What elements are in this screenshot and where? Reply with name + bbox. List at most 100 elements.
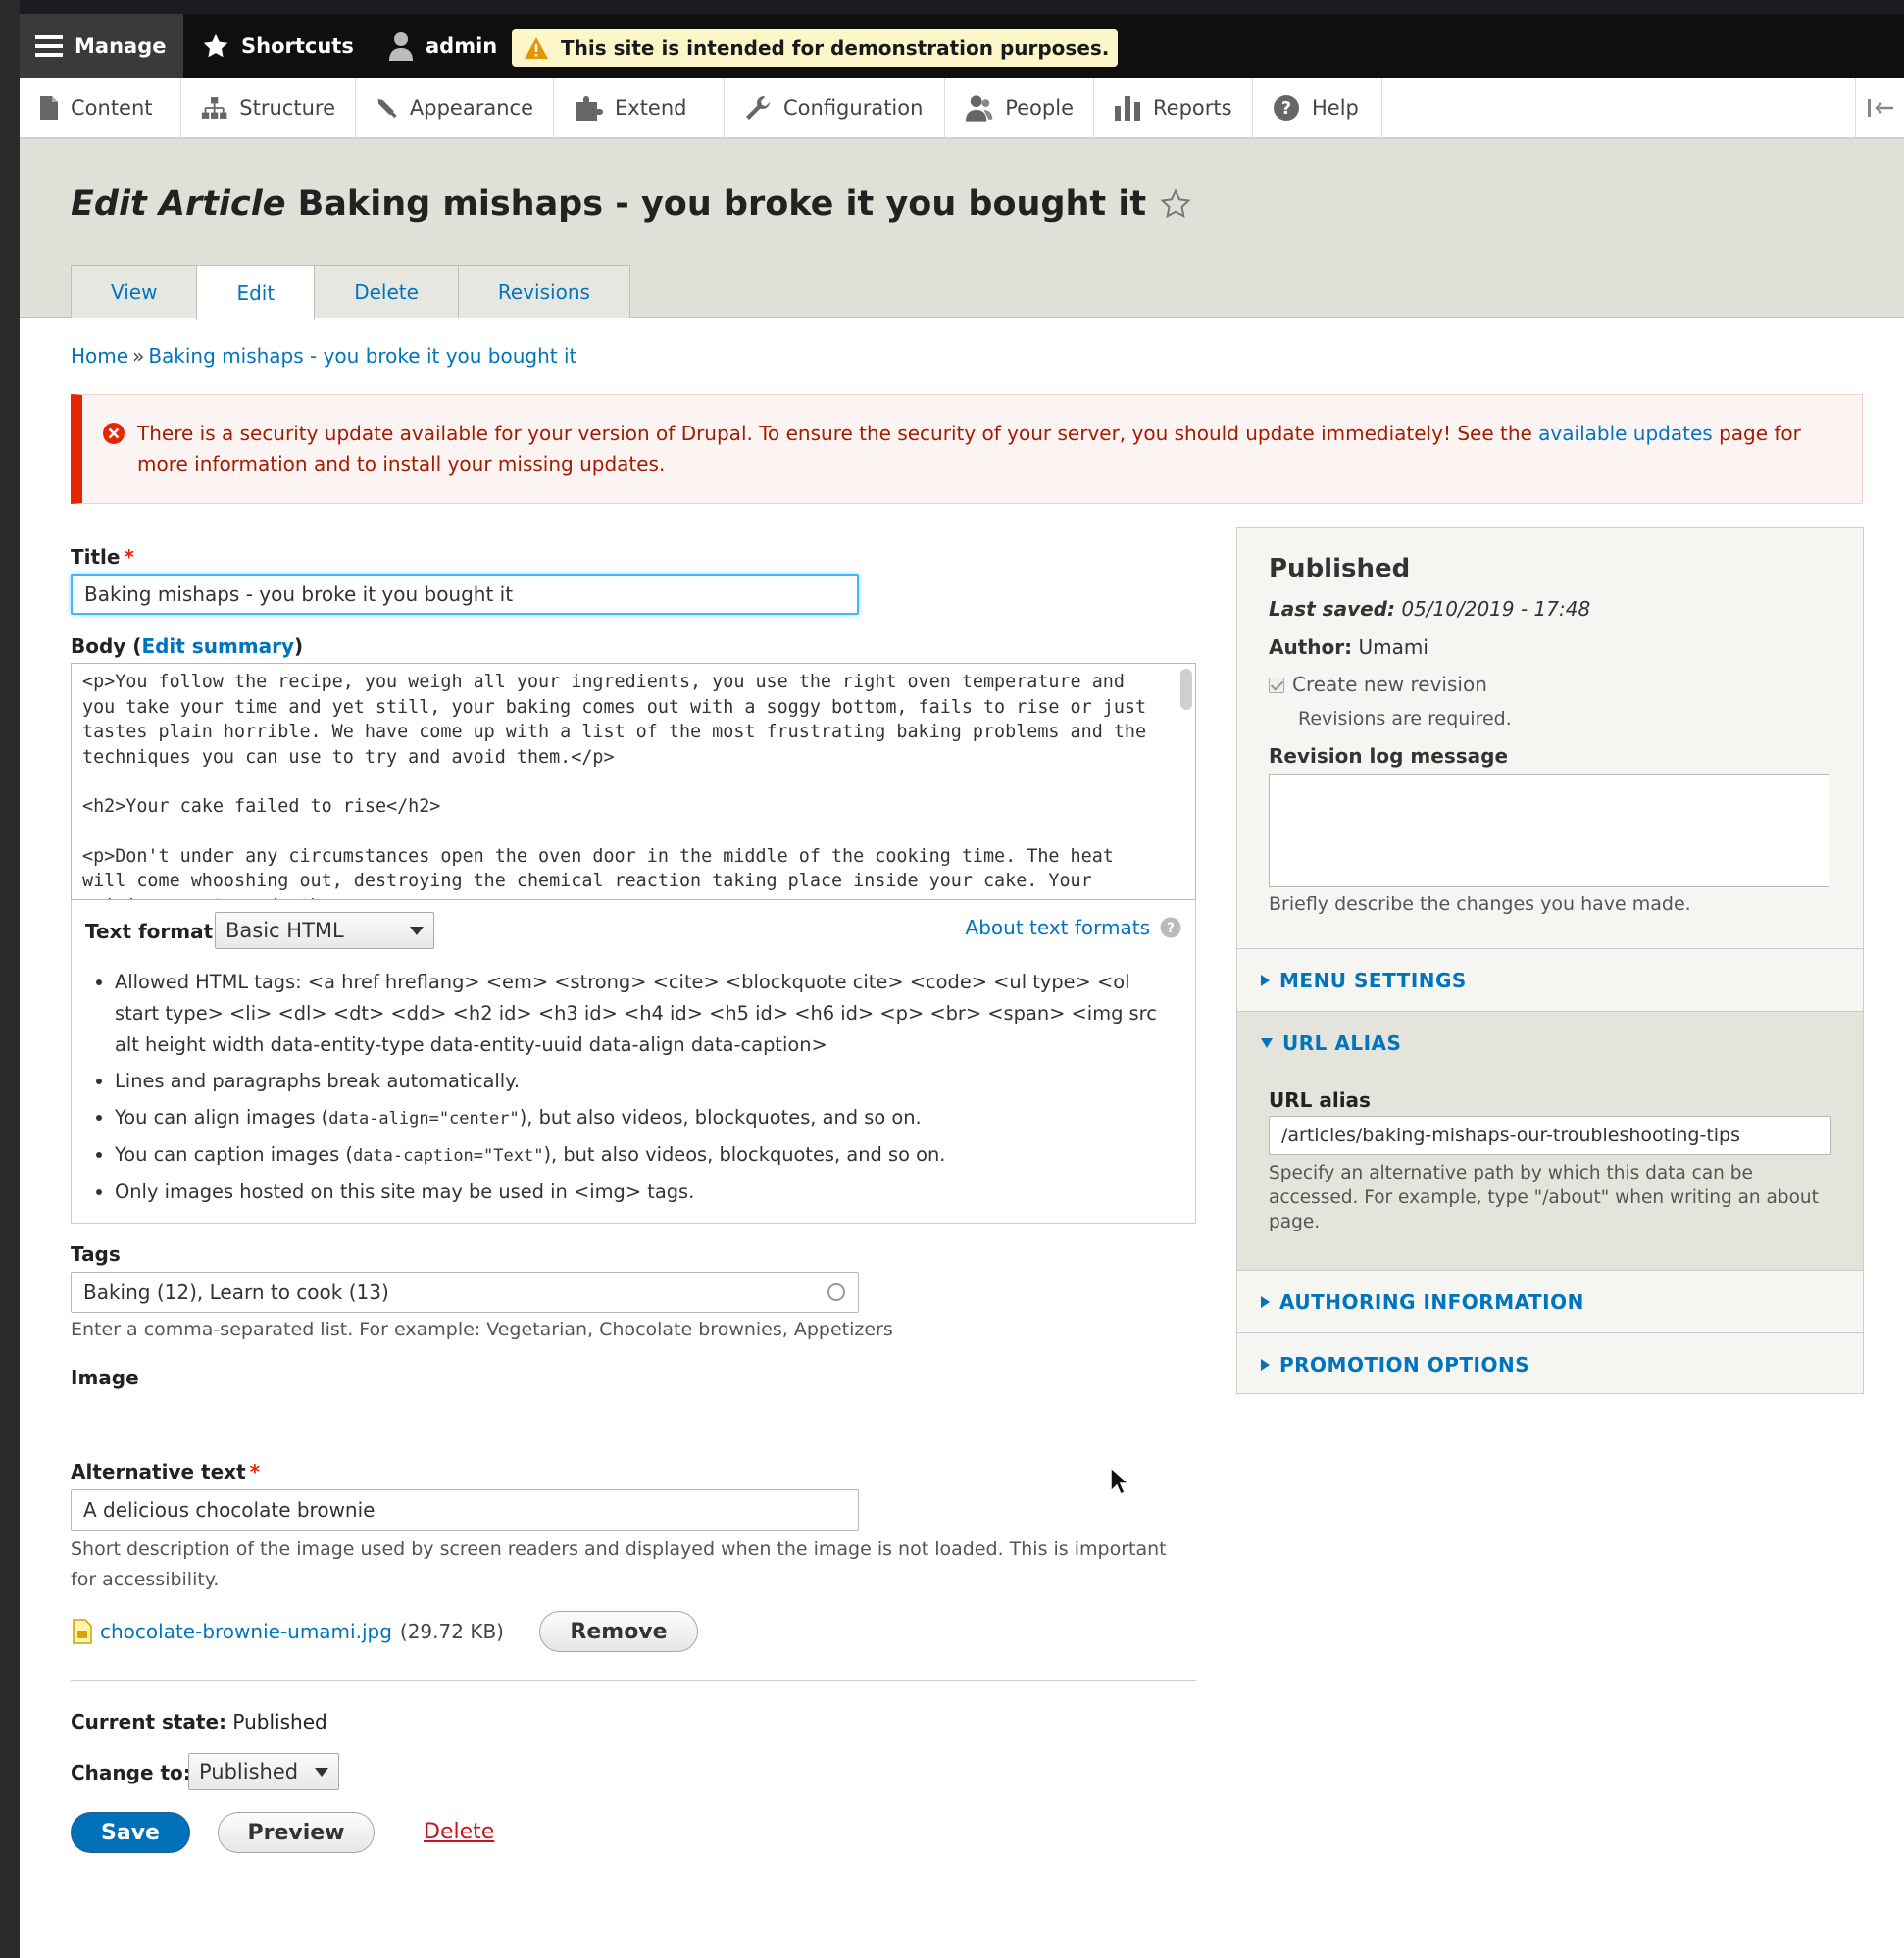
manage-button[interactable]: Manage — [20, 14, 183, 78]
error-icon — [103, 423, 125, 444]
triangle-right-icon — [1261, 1359, 1270, 1371]
star-icon — [203, 33, 228, 58]
url-alias-section: URL ALIAS URL alias /articles/baking-mis… — [1237, 1011, 1863, 1270]
star-outline-icon[interactable] — [1160, 188, 1191, 220]
about-text-formats-link[interactable]: About text formats — [966, 916, 1150, 939]
paintbrush-icon — [377, 99, 397, 119]
alt-text-label-text: Alternative text — [71, 1460, 246, 1483]
user-button[interactable]: admin — [373, 14, 513, 78]
tray-item-content[interactable]: Content — [20, 78, 181, 137]
help-icon: ? — [1274, 95, 1299, 121]
url-alias-section-title: URL ALIAS — [1282, 1031, 1402, 1055]
tray-item-configuration[interactable]: Configuration — [725, 78, 945, 137]
title-input[interactable]: Baking mishaps - you broke it you bought… — [71, 574, 859, 615]
tray-label: People — [1005, 96, 1074, 120]
tip-align-post: ), but also videos, blockquotes, and so … — [519, 1106, 922, 1129]
file-link[interactable]: chocolate-brownie-umami.jpg — [100, 1620, 392, 1643]
preview-button[interactable]: Preview — [218, 1812, 375, 1853]
remove-button[interactable]: Remove — [539, 1611, 698, 1652]
tray-label: Appearance — [409, 96, 533, 120]
menu-settings-title: MENU SETTINGS — [1279, 969, 1467, 992]
about-text-formats: About text formats ? — [966, 916, 1181, 939]
bar-chart-icon — [1115, 96, 1140, 121]
tip-caption-post: ), but also videos, blockquotes, and so … — [543, 1143, 946, 1166]
alt-text-description: Short description of the image used by s… — [71, 1538, 1167, 1590]
shortcuts-button[interactable]: Shortcuts — [186, 14, 370, 78]
tray-item-people[interactable]: People — [945, 78, 1094, 137]
change-to-select[interactable]: Published — [188, 1753, 339, 1790]
triangle-right-icon — [1261, 1296, 1270, 1308]
hamburger-icon — [35, 35, 63, 57]
tray-label: Extend — [615, 96, 687, 120]
url-alias-toggle[interactable]: URL ALIAS — [1261, 1031, 1401, 1055]
url-alias-description: Specify an alternative path by which thi… — [1269, 1163, 1819, 1232]
tray-orientation-toggle[interactable] — [1855, 78, 1904, 137]
url-alias-input[interactable]: /articles/baking-mishaps-our-troubleshoo… — [1269, 1116, 1831, 1155]
authoring-information-section[interactable]: AUTHORING INFORMATION — [1237, 1270, 1863, 1332]
url-alias-label: URL alias — [1269, 1088, 1371, 1112]
tags-label: Tags — [71, 1242, 121, 1266]
create-revision: Create new revision — [1269, 673, 1487, 696]
autocomplete-icon — [827, 1283, 845, 1301]
body-textarea[interactable]: <p>You follow the recipe, you weigh all … — [71, 663, 1196, 900]
promotion-options-section[interactable]: PROMOTION OPTIONS — [1237, 1332, 1863, 1393]
chevron-down-icon — [410, 926, 424, 935]
file-size: (29.72 KB) — [399, 1620, 504, 1643]
current-state-label: Current state: — [71, 1710, 227, 1733]
tab-edit[interactable]: Edit — [196, 265, 316, 320]
document-icon — [40, 96, 58, 120]
revision-log-description: Briefly describe the changes you have ma… — [1269, 893, 1691, 915]
available-updates-link[interactable]: available updates — [1538, 422, 1713, 445]
change-to-label: Change to: — [71, 1761, 191, 1784]
tray-item-structure[interactable]: Structure — [181, 78, 356, 137]
tip-align-code: data-align="center" — [328, 1109, 520, 1129]
alt-text-input[interactable]: A delicious chocolate brownie — [71, 1489, 859, 1531]
tray-item-appearance[interactable]: Appearance — [356, 78, 554, 137]
title-label-text: Title — [71, 545, 121, 569]
revisions-required: Revisions are required. — [1298, 708, 1512, 729]
promotion-options-title: PROMOTION OPTIONS — [1279, 1353, 1530, 1377]
last-saved: Last saved: 05/10/2019 - 17:48 — [1269, 597, 1590, 621]
title-label: Title * — [71, 545, 134, 569]
tip-allowed-tags: Allowed HTML tags: <a href hreflang> <em… — [115, 967, 1179, 1061]
user-label: admin — [426, 34, 498, 58]
create-revision-checkbox[interactable] — [1269, 678, 1284, 693]
sitemap-icon — [201, 97, 227, 119]
menu-settings-section[interactable]: MENU SETTINGS — [1237, 948, 1863, 1011]
text-format-select[interactable]: Basic HTML — [215, 912, 434, 949]
error-text-before: There is a security update available for… — [137, 422, 1532, 445]
body-scrollbar[interactable] — [1180, 669, 1192, 710]
tip-caption-pre: You can caption images ( — [115, 1143, 353, 1166]
edit-summary-link[interactable]: Edit summary — [141, 634, 294, 658]
alt-text-label: Alternative text * — [71, 1460, 260, 1483]
tip-align: You can align images (data-align="center… — [115, 1102, 1179, 1134]
puzzle-icon — [576, 96, 603, 121]
tab-revisions[interactable]: Revisions — [457, 265, 630, 318]
entity-meta-sidebar: Published Last saved: 05/10/2019 - 17:48… — [1236, 527, 1864, 1394]
last-saved-value: 05/10/2019 - 17:48 — [1401, 597, 1591, 621]
text-format-wrapper: Text format Basic HTML About text format… — [71, 900, 1196, 1224]
browser-frame: Manage Shortcuts admin This site is inte… — [20, 0, 1904, 1958]
breadcrumb-home[interactable]: Home — [71, 344, 128, 368]
body-line-2: <h2>Your cake failed to rise</h2> — [82, 796, 441, 817]
body-label-end: ) — [294, 634, 304, 658]
breadcrumb-current[interactable]: Baking mishaps - you broke it you bought… — [148, 344, 576, 368]
toolbar-top-strip — [20, 0, 1904, 14]
save-button[interactable]: Save — [71, 1812, 190, 1853]
tab-delete[interactable]: Delete — [314, 265, 459, 318]
tray-item-reports[interactable]: Reports — [1094, 78, 1253, 137]
revision-log-label: Revision log message — [1269, 744, 1509, 768]
tray-item-help[interactable]: ? Help — [1253, 78, 1382, 137]
tab-view[interactable]: View — [71, 265, 198, 318]
warning-icon — [525, 37, 548, 59]
delete-link[interactable]: Delete — [424, 1820, 494, 1844]
user-icon — [389, 32, 413, 61]
collapse-arrow-icon — [1867, 99, 1893, 117]
revision-log-textarea[interactable] — [1269, 774, 1829, 887]
tray-label: Reports — [1153, 96, 1232, 120]
tags-input[interactable]: Baking (12), Learn to cook (13) — [71, 1272, 859, 1313]
page-title-prefix: Edit Article — [71, 184, 286, 224]
body-label: Body (Edit summary) — [71, 634, 303, 658]
text-format-tips: Allowed HTML tags: <a href hreflang> <em… — [91, 967, 1179, 1213]
tray-item-extend[interactable]: Extend — [554, 78, 725, 137]
